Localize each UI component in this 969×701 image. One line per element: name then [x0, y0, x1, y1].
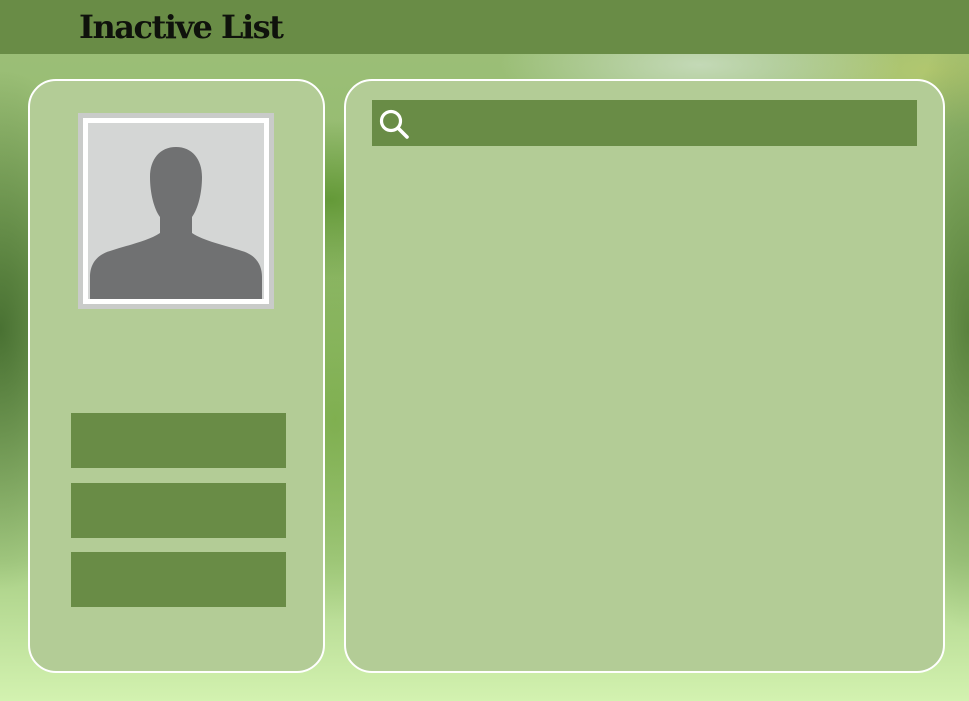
- list-panel: [344, 79, 945, 673]
- search-bar[interactable]: [372, 100, 917, 146]
- search-input[interactable]: [416, 100, 911, 146]
- title-bar: Inactive List: [0, 0, 969, 54]
- sidebar-button-1[interactable]: [71, 413, 286, 468]
- search-icon[interactable]: [376, 106, 412, 142]
- default-user-silhouette-icon: [88, 123, 264, 299]
- avatar: [78, 113, 274, 309]
- page-title: Inactive List: [79, 8, 284, 46]
- sidebar-button-2[interactable]: [71, 483, 286, 538]
- sidebar-button-3[interactable]: [71, 552, 286, 607]
- avatar-photo: [83, 118, 269, 304]
